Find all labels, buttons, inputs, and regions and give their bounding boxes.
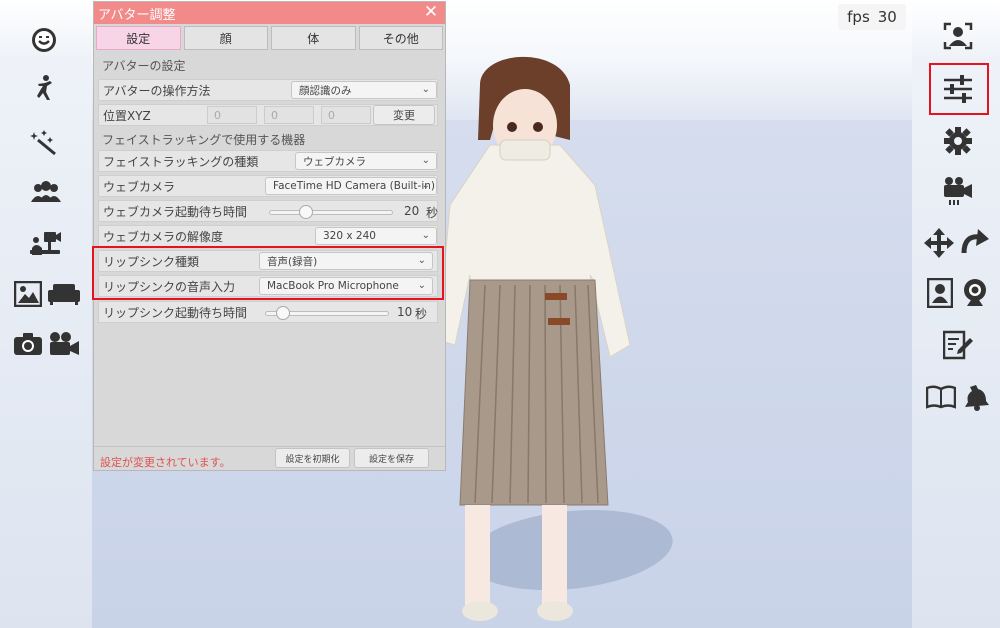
reset-settings-button[interactable]: 設定を初期化 — [275, 448, 350, 468]
webcam-value: FaceTime HD Camera (Built-in) — [273, 180, 436, 192]
tab-face[interactable]: 顔 — [183, 26, 268, 50]
operation-label: アバターの操作方法 — [103, 83, 211, 98]
webcam-wait-slider[interactable] — [269, 210, 393, 215]
webcam-row: ウェブカメラ FaceTime HD Camera (Built-in) ⌄ — [98, 175, 438, 197]
operation-row: アバターの操作方法 顔認識のみ ⌄ — [98, 79, 438, 101]
webcam-select[interactable]: FaceTime HD Camera (Built-in) ⌄ — [265, 177, 437, 195]
fps-label: fps — [847, 8, 870, 26]
tracking-type-select[interactable]: ウェブカメラ ⌄ — [295, 152, 437, 170]
position-x-input[interactable]: 0 — [207, 106, 257, 124]
edit-icon[interactable] — [940, 328, 976, 362]
sofa-icon[interactable] — [46, 278, 82, 310]
webcam-wait-value: 20 — [404, 204, 420, 218]
resolution-value: 320 x 240 — [323, 230, 376, 242]
avatar-adjust-dialog: アバター調整 ✕ 設定 顔 体 その他 アバターの設定 アバターの操作方法 顔認… — [92, 1, 446, 471]
group-icon[interactable] — [28, 176, 64, 208]
operation-value: 顔認識のみ — [299, 84, 352, 97]
webcam-wait-slider-handle[interactable] — [298, 205, 313, 219]
dialog-title: アバター調整 — [98, 7, 176, 23]
avatar-figure[interactable] — [430, 45, 650, 628]
image-icon[interactable] — [12, 278, 44, 310]
pose-icon[interactable] — [28, 72, 60, 104]
effects-icon[interactable] — [28, 126, 60, 158]
operation-select[interactable]: 顔認識のみ ⌄ — [291, 81, 437, 99]
webcam-icon[interactable] — [958, 276, 992, 310]
lipsync-wait-slider-handle[interactable] — [276, 306, 290, 320]
section-devices-heading: フェイストラッキングで使用する機器 — [98, 128, 438, 150]
lipsync-wait-value: 10 — [397, 305, 413, 319]
tracking-type-value: ウェブカメラ — [303, 155, 366, 168]
chevron-down-icon: ⌄ — [421, 180, 430, 191]
webcam-wait-unit: 秒 — [426, 206, 439, 220]
camera-icon[interactable] — [12, 328, 44, 360]
lipsync-wait-row: リップシンク起動待ち時間 10 秒 — [98, 301, 438, 323]
face-icon[interactable] — [28, 24, 60, 56]
tracking-type-label: フェイストラッキングの種類 — [103, 154, 259, 169]
lipsync-wait-label: リップシンク起動待ち時間 — [103, 305, 248, 320]
resolution-select[interactable]: 320 x 240 ⌄ — [315, 227, 437, 245]
tab-body[interactable]: 体 — [271, 26, 356, 50]
sliders-icon[interactable] — [940, 72, 976, 106]
close-icon[interactable]: ✕ — [422, 3, 440, 21]
position-label: 位置XYZ — [103, 108, 151, 123]
camera-stand-icon[interactable] — [28, 226, 64, 258]
tab-settings[interactable]: 設定 — [96, 26, 181, 50]
resolution-row: ウェブカメラの解像度 320 x 240 ⌄ — [98, 225, 438, 247]
rotate-icon[interactable] — [958, 226, 992, 260]
status-text: 設定が変更されています。 — [100, 456, 231, 469]
move-icon[interactable] — [922, 226, 956, 260]
change-button[interactable]: 変更 — [373, 105, 435, 125]
fps-value: 30 — [877, 8, 897, 26]
position-z-input[interactable]: 0 — [321, 106, 371, 124]
fps-counter: fps 30 — [838, 4, 906, 30]
webcam-label: ウェブカメラ — [103, 179, 176, 194]
section-avatar-label: アバターの設定 — [102, 58, 186, 73]
position-row: 位置XYZ 0 0 0 変更 — [98, 104, 438, 126]
book-icon[interactable] — [924, 380, 958, 414]
face-tracking-icon[interactable] — [940, 20, 976, 52]
section-avatar-heading: アバターの設定 — [98, 54, 438, 76]
webcam-wait-label: ウェブカメラ起動待ち時間 — [103, 204, 248, 219]
section-devices-label: フェイストラッキングで使用する機器 — [102, 132, 306, 147]
save-settings-button[interactable]: 設定を保存 — [354, 448, 429, 468]
webcam-wait-row: ウェブカメラ起動待ち時間 20 秒 — [98, 200, 438, 222]
chevron-down-icon: ⌄ — [421, 84, 430, 95]
dialog-title-bar[interactable]: アバター調整 ✕ — [94, 2, 445, 24]
video-switch-icon[interactable] — [940, 174, 976, 208]
resolution-label: ウェブカメラの解像度 — [103, 229, 224, 244]
lipsync-highlight — [92, 246, 444, 300]
chevron-down-icon: ⌄ — [421, 155, 430, 166]
gear-icon[interactable] — [940, 124, 976, 158]
video-camera-icon[interactable] — [46, 328, 82, 360]
chevron-down-icon: ⌄ — [421, 230, 430, 241]
lipsync-wait-unit: 秒 — [415, 307, 428, 321]
tracking-type-row: フェイストラッキングの種類 ウェブカメラ ⌄ — [98, 150, 438, 172]
portrait-icon[interactable] — [924, 276, 956, 310]
tab-bar: 設定 顔 体 その他 — [94, 24, 445, 50]
tab-other[interactable]: その他 — [358, 26, 443, 50]
position-y-input[interactable]: 0 — [264, 106, 314, 124]
bell-icon[interactable] — [960, 380, 992, 414]
